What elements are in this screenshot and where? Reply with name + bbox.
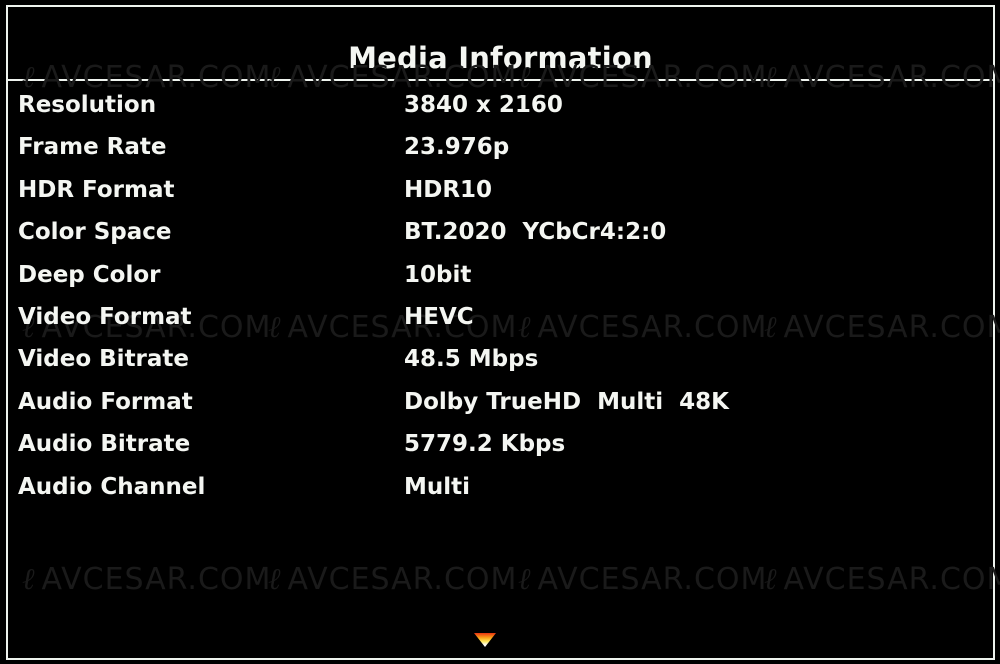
info-label: Audio Bitrate	[18, 431, 191, 457]
info-row-deep-color: Deep Color 10bit	[0, 262, 1000, 304]
info-label: Video Format	[18, 304, 192, 330]
info-label: Deep Color	[18, 262, 161, 288]
info-value: 23.976p	[404, 134, 510, 160]
info-value: 3840 x 2160	[404, 92, 563, 118]
info-row-video-bitrate: Video Bitrate 48.5 Mbps	[0, 346, 1000, 388]
info-row-hdr-format: HDR Format HDR10	[0, 177, 1000, 219]
info-value: 5779.2 Kbps	[404, 431, 566, 457]
info-label: Color Space	[18, 219, 172, 245]
info-label: Audio Format	[18, 389, 193, 415]
info-label: HDR Format	[18, 177, 175, 203]
info-value: 10bit	[404, 262, 472, 288]
info-row-video-format: Video Format HEVC	[0, 304, 1000, 346]
info-value: Dolby TrueHD Multi 48K	[404, 389, 729, 415]
info-value: HEVC	[404, 304, 474, 330]
info-row-audio-channel: Audio Channel Multi	[0, 474, 1000, 516]
info-value: Multi	[404, 474, 471, 500]
info-row-resolution: Resolution 3840 x 2160	[0, 92, 1000, 134]
info-label: Audio Channel	[18, 474, 206, 500]
info-value: BT.2020 YCbCr4:2:0	[404, 219, 667, 245]
info-label: Resolution	[18, 92, 157, 118]
dialog-header: Media Information	[8, 7, 993, 81]
info-row-frame-rate: Frame Rate 23.976p	[0, 134, 1000, 176]
info-label: Video Bitrate	[18, 346, 190, 372]
info-row-color-space: Color Space BT.2020 YCbCr4:2:0	[0, 219, 1000, 261]
info-value: 48.5 Mbps	[404, 346, 539, 372]
info-row-audio-format: Audio Format Dolby TrueHD Multi 48K	[0, 389, 1000, 431]
dialog-title: Media Information	[348, 41, 653, 75]
info-label: Frame Rate	[18, 134, 167, 160]
info-row-audio-bitrate: Audio Bitrate 5779.2 Kbps	[0, 431, 1000, 473]
info-value: HDR10	[404, 177, 493, 203]
